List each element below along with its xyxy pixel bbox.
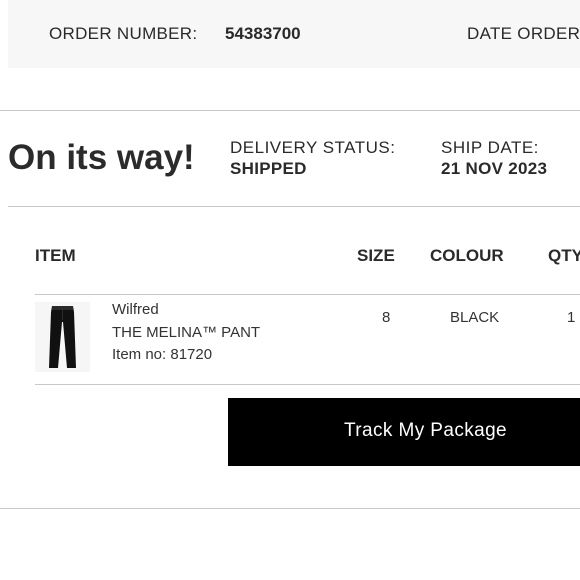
divider	[0, 110, 580, 111]
column-header-item: ITEM	[35, 246, 76, 265]
date-ordered-label: DATE ORDERED:	[467, 24, 580, 43]
black-pants-icon	[49, 306, 76, 368]
divider	[8, 206, 580, 207]
track-my-package-button[interactable]: Track My Package	[228, 398, 580, 466]
ship-date-value: 21 NOV 2023	[441, 159, 548, 178]
order-shipped-page: ORDER NUMBER: 54383700 DATE ORDERED: On …	[0, 0, 580, 580]
product-qty: 1	[567, 309, 576, 326]
product-name[interactable]: THE MELINA™ PANT	[112, 324, 260, 341]
order-info-strip: ORDER NUMBER: 54383700 DATE ORDERED:	[8, 0, 580, 68]
divider	[35, 294, 580, 295]
column-header-colour: COLOUR	[430, 246, 504, 265]
column-header-size: SIZE	[357, 246, 395, 265]
divider	[0, 508, 580, 509]
order-number-value: 54383700	[225, 24, 301, 43]
delivery-status-value: SHIPPED	[230, 159, 307, 178]
product-item-number: Item no: 81720	[112, 346, 213, 363]
product-brand[interactable]: Wilfred	[112, 301, 159, 318]
track-my-package-label: Track My Package	[344, 420, 508, 441]
product-colour: BLACK	[450, 309, 500, 326]
divider	[35, 384, 580, 385]
order-number-label: ORDER NUMBER:	[49, 24, 198, 43]
product-thumbnail[interactable]	[35, 302, 90, 372]
delivery-status-label: DELIVERY STATUS:	[230, 138, 396, 157]
shipment-headline: On its way!	[8, 138, 195, 177]
ship-date-label: SHIP DATE:	[441, 138, 539, 157]
column-header-qty: QTY	[548, 246, 580, 265]
product-size: 8	[382, 309, 391, 326]
